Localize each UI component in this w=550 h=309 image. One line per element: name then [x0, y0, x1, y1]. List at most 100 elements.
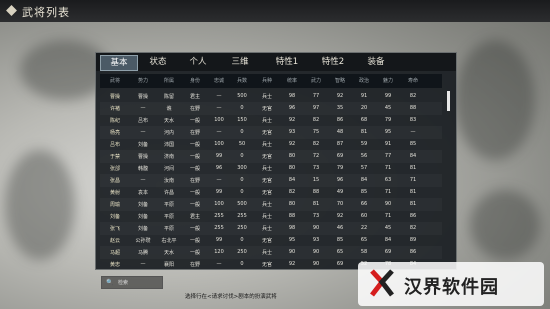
table-cell: 兵士 — [261, 118, 272, 124]
column-header[interactable]: 武力 — [304, 77, 328, 84]
watermark-logo-icon — [370, 269, 394, 297]
tab-3[interactable]: 三维 — [220, 55, 260, 69]
column-header[interactable]: 兵数 — [230, 77, 254, 84]
table-cell: 陈留 — [163, 94, 174, 100]
table-cell: 0 — [240, 129, 244, 135]
table-cell: 君主 — [189, 214, 200, 220]
table-cell: 81 — [360, 129, 368, 135]
table-cell: 49 — [336, 189, 344, 195]
table-cell: 无官 — [261, 178, 272, 184]
column-header[interactable]: 武将 — [102, 77, 128, 84]
table-row[interactable]: 杨亮 — 河内 在野 — 0 无官 93 75 48 81 95 — — [100, 126, 442, 139]
window-title: 武将列表 — [22, 6, 70, 19]
table-cell: 92 — [288, 261, 296, 267]
tab-2[interactable]: 个人 — [180, 55, 216, 69]
table-row[interactable]: 周瑜 刘备 平原 一般 100 500 兵士 80 81 70 66 90 81 — [100, 198, 442, 211]
table-cell: 河间 — [163, 166, 174, 172]
search-box[interactable]: 🔍 检索 — [101, 276, 163, 289]
table-cell: 35 — [336, 105, 344, 111]
table-cell: 86 — [409, 249, 417, 255]
table-cell: 河内 — [163, 130, 174, 136]
table-cell: 65 — [360, 237, 368, 243]
table-cell: 45 — [384, 105, 392, 111]
table-cell: 57 — [360, 165, 368, 171]
table-row[interactable]: 于禁 曹操 济南 一般 99 0 无官 80 72 69 56 77 84 — [100, 150, 442, 163]
table-cell: 0 — [240, 189, 244, 195]
table-cell: 92 — [336, 93, 344, 99]
table-cell: 济南 — [163, 154, 174, 160]
table-cell: — — [140, 105, 146, 111]
table-cell: 80 — [288, 201, 296, 207]
table-cell: 71 — [384, 213, 392, 219]
column-header[interactable]: 势力 — [130, 77, 156, 84]
watermark-text: 汉界软件园 — [404, 277, 499, 298]
tab-6[interactable]: 装备 — [358, 55, 394, 69]
tab-5[interactable]: 特性2 — [312, 55, 354, 69]
table-row[interactable]: 许褚 — 谯 在野 — 0 无官 96 97 35 20 45 88 — [100, 102, 442, 115]
table-cell: 张飞 — [109, 226, 120, 232]
table-cell: 一般 — [189, 190, 200, 196]
table-row[interactable]: 马超 马腾 天水 一般 120 250 兵士 90 90 65 58 69 86 — [100, 246, 442, 259]
column-header[interactable]: 忠诚 — [208, 77, 230, 84]
table-row[interactable]: 陈纪 吕布 天水 一般 100 150 兵士 92 82 86 68 79 83 — [100, 114, 442, 127]
column-header[interactable]: 所属 — [156, 77, 182, 84]
table-cell: 69 — [384, 249, 392, 255]
table-row[interactable]: 黄射 袁本 许昌 一般 99 0 无官 82 88 49 85 71 81 — [100, 186, 442, 199]
table-cell: 92 — [336, 213, 344, 219]
tab-4[interactable]: 特性1 — [266, 55, 308, 69]
table-cell: 93 — [288, 129, 296, 135]
table-cell: 0 — [240, 237, 244, 243]
table-cell: 谯 — [166, 106, 172, 112]
table-cell: 一般 — [189, 166, 200, 172]
column-header[interactable]: 身份 — [182, 77, 208, 84]
table-cell: 一般 — [189, 202, 200, 208]
table-cell: 一般 — [189, 142, 200, 148]
table-cell: 无官 — [261, 238, 272, 244]
scrollbar[interactable] — [447, 91, 450, 111]
table-cell: 71 — [384, 189, 392, 195]
table-cell: 张郃 — [109, 166, 120, 172]
table-header: 武将 势力 所属 身份 忠诚 兵数 兵种 统率 武力 智略 政治 魅力 寿命 — [100, 74, 442, 88]
table-row[interactable]: 赵云 公孙瓒 右北平 一般 99 0 无官 95 93 85 65 84 89 — [100, 234, 442, 247]
table-cell: 71 — [384, 165, 392, 171]
table-row[interactable]: 张昌 — 汝南 在野 — 0 无官 84 15 96 84 63 71 — [100, 174, 442, 187]
table-cell: 许昌 — [163, 190, 174, 196]
column-header[interactable]: 寿命 — [400, 77, 426, 84]
table-cell: 82 — [409, 93, 417, 99]
table-cell: — — [216, 177, 222, 183]
table-row[interactable]: 曹操 曹操 陈留 君主 — 500 兵士 98 77 92 91 99 82 — [100, 90, 442, 103]
table-cell: 一般 — [189, 250, 200, 256]
tab-0[interactable]: 基本 — [100, 55, 138, 71]
tab-1[interactable]: 状态 — [140, 55, 176, 69]
table-cell: 63 — [384, 177, 392, 183]
table-cell: 兵士 — [261, 166, 272, 172]
table-cell: 刘备 — [137, 226, 148, 232]
table-row[interactable]: 张飞 刘备 平原 一般 255 250 兵士 98 90 46 22 45 82 — [100, 222, 442, 235]
table-cell: 兵士 — [261, 226, 272, 232]
table-cell: 81 — [409, 189, 417, 195]
column-header[interactable]: 智略 — [328, 77, 352, 84]
table-cell: 255 — [214, 225, 224, 231]
table-row[interactable]: 张郃 韩馥 河间 一般 96 300 兵士 80 73 79 57 71 81 — [100, 162, 442, 175]
column-header[interactable]: 魅力 — [376, 77, 400, 84]
table-cell: 0 — [240, 177, 244, 183]
table-cell: 99 — [215, 189, 223, 195]
table-cell: 84 — [384, 237, 392, 243]
table-cell: 许褚 — [109, 106, 120, 112]
table-cell: 99 — [215, 153, 223, 159]
table-cell: 吕布 — [109, 142, 120, 148]
table-cell: 77 — [312, 93, 320, 99]
table-cell: 90 — [312, 225, 320, 231]
table-cell: 一般 — [189, 238, 200, 244]
table-cell: 82 — [288, 189, 296, 195]
column-header[interactable]: 兵种 — [254, 77, 280, 84]
search-placeholder: 检索 — [118, 280, 129, 286]
table-cell: 0 — [240, 105, 244, 111]
table-cell: 89 — [409, 237, 417, 243]
table-row[interactable]: 刘备 刘备 平原 君主 255 255 兵士 88 73 92 60 71 86 — [100, 210, 442, 223]
table-row[interactable]: 吕布 刘备 沛国 一般 100 50 兵士 92 82 87 59 91 85 — [100, 138, 442, 151]
column-header[interactable]: 统率 — [280, 77, 304, 84]
title-bar: 武将列表 — [0, 0, 550, 22]
table-cell: 90 — [384, 201, 392, 207]
column-header[interactable]: 政治 — [352, 77, 376, 84]
